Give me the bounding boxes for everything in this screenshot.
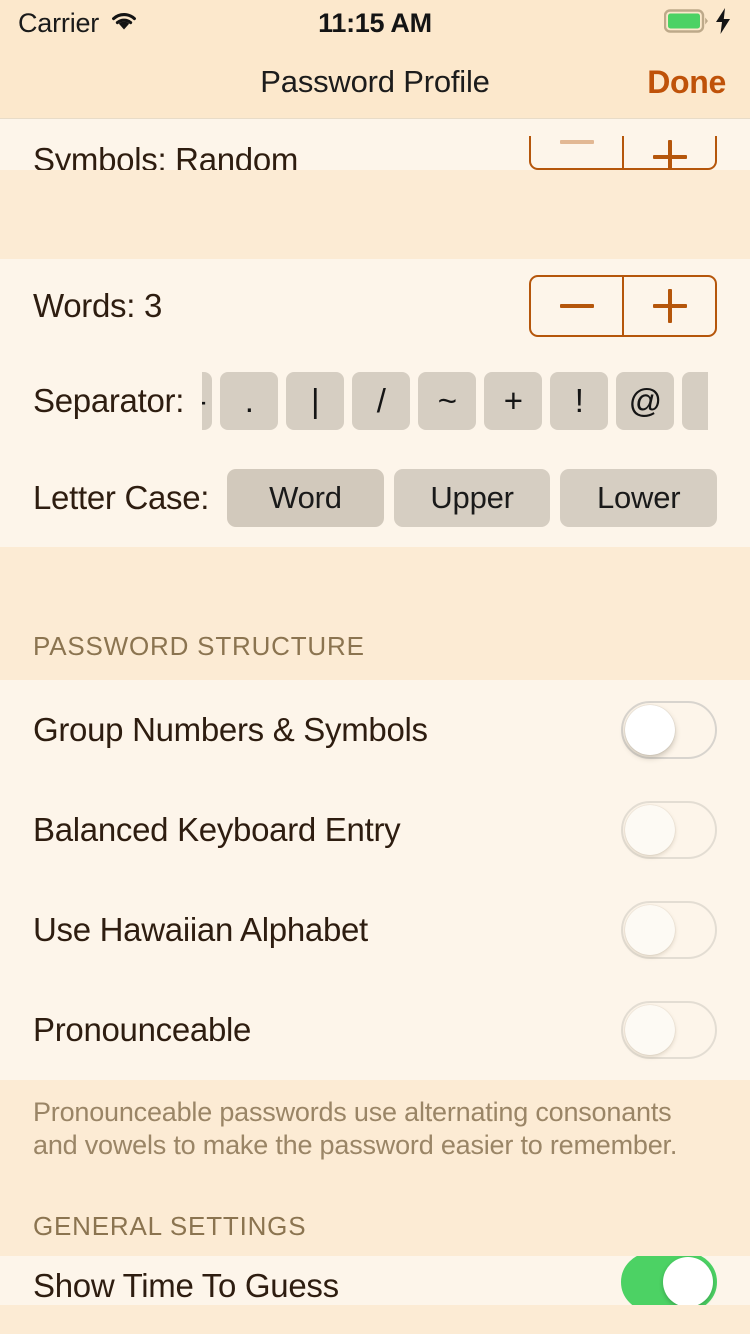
page-title: Password Profile xyxy=(260,64,490,99)
row-label: Pronounceable xyxy=(33,1011,252,1048)
minus-icon xyxy=(559,304,594,308)
row-label: Use Hawaiian Alphabet xyxy=(33,911,368,948)
status-bar-left: Carrier xyxy=(18,8,139,39)
words-stepper[interactable] xyxy=(529,275,717,337)
toggle-knob xyxy=(625,1005,675,1055)
words-row[interactable]: Words: 3 xyxy=(0,259,750,353)
minus-icon xyxy=(559,140,594,144)
toggle-knob xyxy=(625,705,675,755)
done-button[interactable]: Done xyxy=(647,64,726,101)
row-label: Group Numbers & Symbols xyxy=(33,711,428,748)
toggle-knob xyxy=(663,1257,713,1305)
separator-option-8-clipped[interactable] xyxy=(682,372,709,430)
letter-case-option-word[interactable]: Word xyxy=(227,469,384,527)
symbols-increment-button[interactable] xyxy=(622,136,715,168)
symbols-decrement-button[interactable] xyxy=(531,136,622,168)
symbols-row-label: Symbols: Random xyxy=(33,141,299,170)
status-bar-right xyxy=(663,7,732,39)
letter-case-row-label: Letter Case: xyxy=(33,479,210,516)
navigation-bar: Password Profile Done xyxy=(0,46,750,118)
toggle-pronounceable[interactable] xyxy=(621,1001,717,1059)
status-bar: Carrier 11:15 AM xyxy=(0,0,750,46)
wifi-icon xyxy=(109,10,139,37)
words-increment-button[interactable] xyxy=(622,277,715,335)
row-use-hawaiian-alphabet[interactable]: Use Hawaiian Alphabet xyxy=(0,880,750,980)
word-options-group: Words: 3 Separator: - . | / ~ + ! @ Lett… xyxy=(0,259,750,547)
row-pronounceable[interactable]: Pronounceable xyxy=(0,980,750,1080)
separator-option-5[interactable]: + xyxy=(484,372,543,430)
row-balanced-keyboard-entry[interactable]: Balanced Keyboard Entry xyxy=(0,780,750,880)
symbols-stepper[interactable] xyxy=(529,136,717,170)
letter-case-option-upper[interactable]: Upper xyxy=(393,469,551,527)
lightning-bolt-icon xyxy=(714,7,732,39)
symbols-row[interactable]: Symbols: Random xyxy=(0,118,750,170)
separator-option-7[interactable]: @ xyxy=(616,372,675,430)
toggle-group-numbers-symbols[interactable] xyxy=(621,701,717,759)
separator-segmented-control[interactable]: - . | / ~ + ! @ xyxy=(202,372,750,430)
words-decrement-button[interactable] xyxy=(531,277,622,335)
separator-option-0[interactable]: - xyxy=(202,372,213,430)
toggle-balanced-keyboard-entry[interactable] xyxy=(621,801,717,859)
pronounceable-footer-text: Pronounceable passwords use alternating … xyxy=(0,1080,750,1183)
plus-icon xyxy=(652,140,687,168)
password-structure-header: PASSWORD STRUCTURE xyxy=(0,547,750,680)
separator-option-6[interactable]: ! xyxy=(550,372,609,430)
separator-option-4[interactable]: ~ xyxy=(418,372,477,430)
row-group-numbers-symbols[interactable]: Group Numbers & Symbols xyxy=(0,680,750,780)
battery-full-icon xyxy=(663,8,710,38)
separator-option-1[interactable]: . xyxy=(220,372,279,430)
letter-case-option-lower[interactable]: Lower xyxy=(560,469,717,527)
general-settings-group: Show Time To Guess xyxy=(0,1256,750,1305)
letter-case-row[interactable]: Letter Case: Word Upper Lower xyxy=(0,449,750,547)
letter-case-segmented-control[interactable]: Word Upper Lower xyxy=(227,469,717,527)
toggle-use-hawaiian-alphabet[interactable] xyxy=(621,901,717,959)
toggle-knob xyxy=(625,905,675,955)
row-label: Balanced Keyboard Entry xyxy=(33,811,401,848)
password-structure-group: Group Numbers & Symbols Balanced Keyboar… xyxy=(0,680,750,1080)
toggle-knob xyxy=(625,805,675,855)
words-row-label: Words: 3 xyxy=(33,287,163,324)
row-show-time-to-guess[interactable]: Show Time To Guess xyxy=(0,1256,750,1305)
plus-icon xyxy=(652,289,687,323)
toggle-show-time-to-guess[interactable] xyxy=(621,1256,717,1305)
symbols-group: Symbols: Random xyxy=(0,118,750,170)
section-gap-1 xyxy=(0,170,750,259)
separator-option-3[interactable]: / xyxy=(352,372,411,430)
row-label: Show Time To Guess xyxy=(33,1267,339,1304)
separator-row-label: Separator: xyxy=(33,382,185,419)
general-settings-header: GENERAL SETTINGS xyxy=(0,1183,750,1256)
separator-row[interactable]: Separator: - . | / ~ + ! @ xyxy=(0,353,750,449)
carrier-label: Carrier xyxy=(18,7,100,38)
separator-option-2[interactable]: | xyxy=(286,372,345,430)
